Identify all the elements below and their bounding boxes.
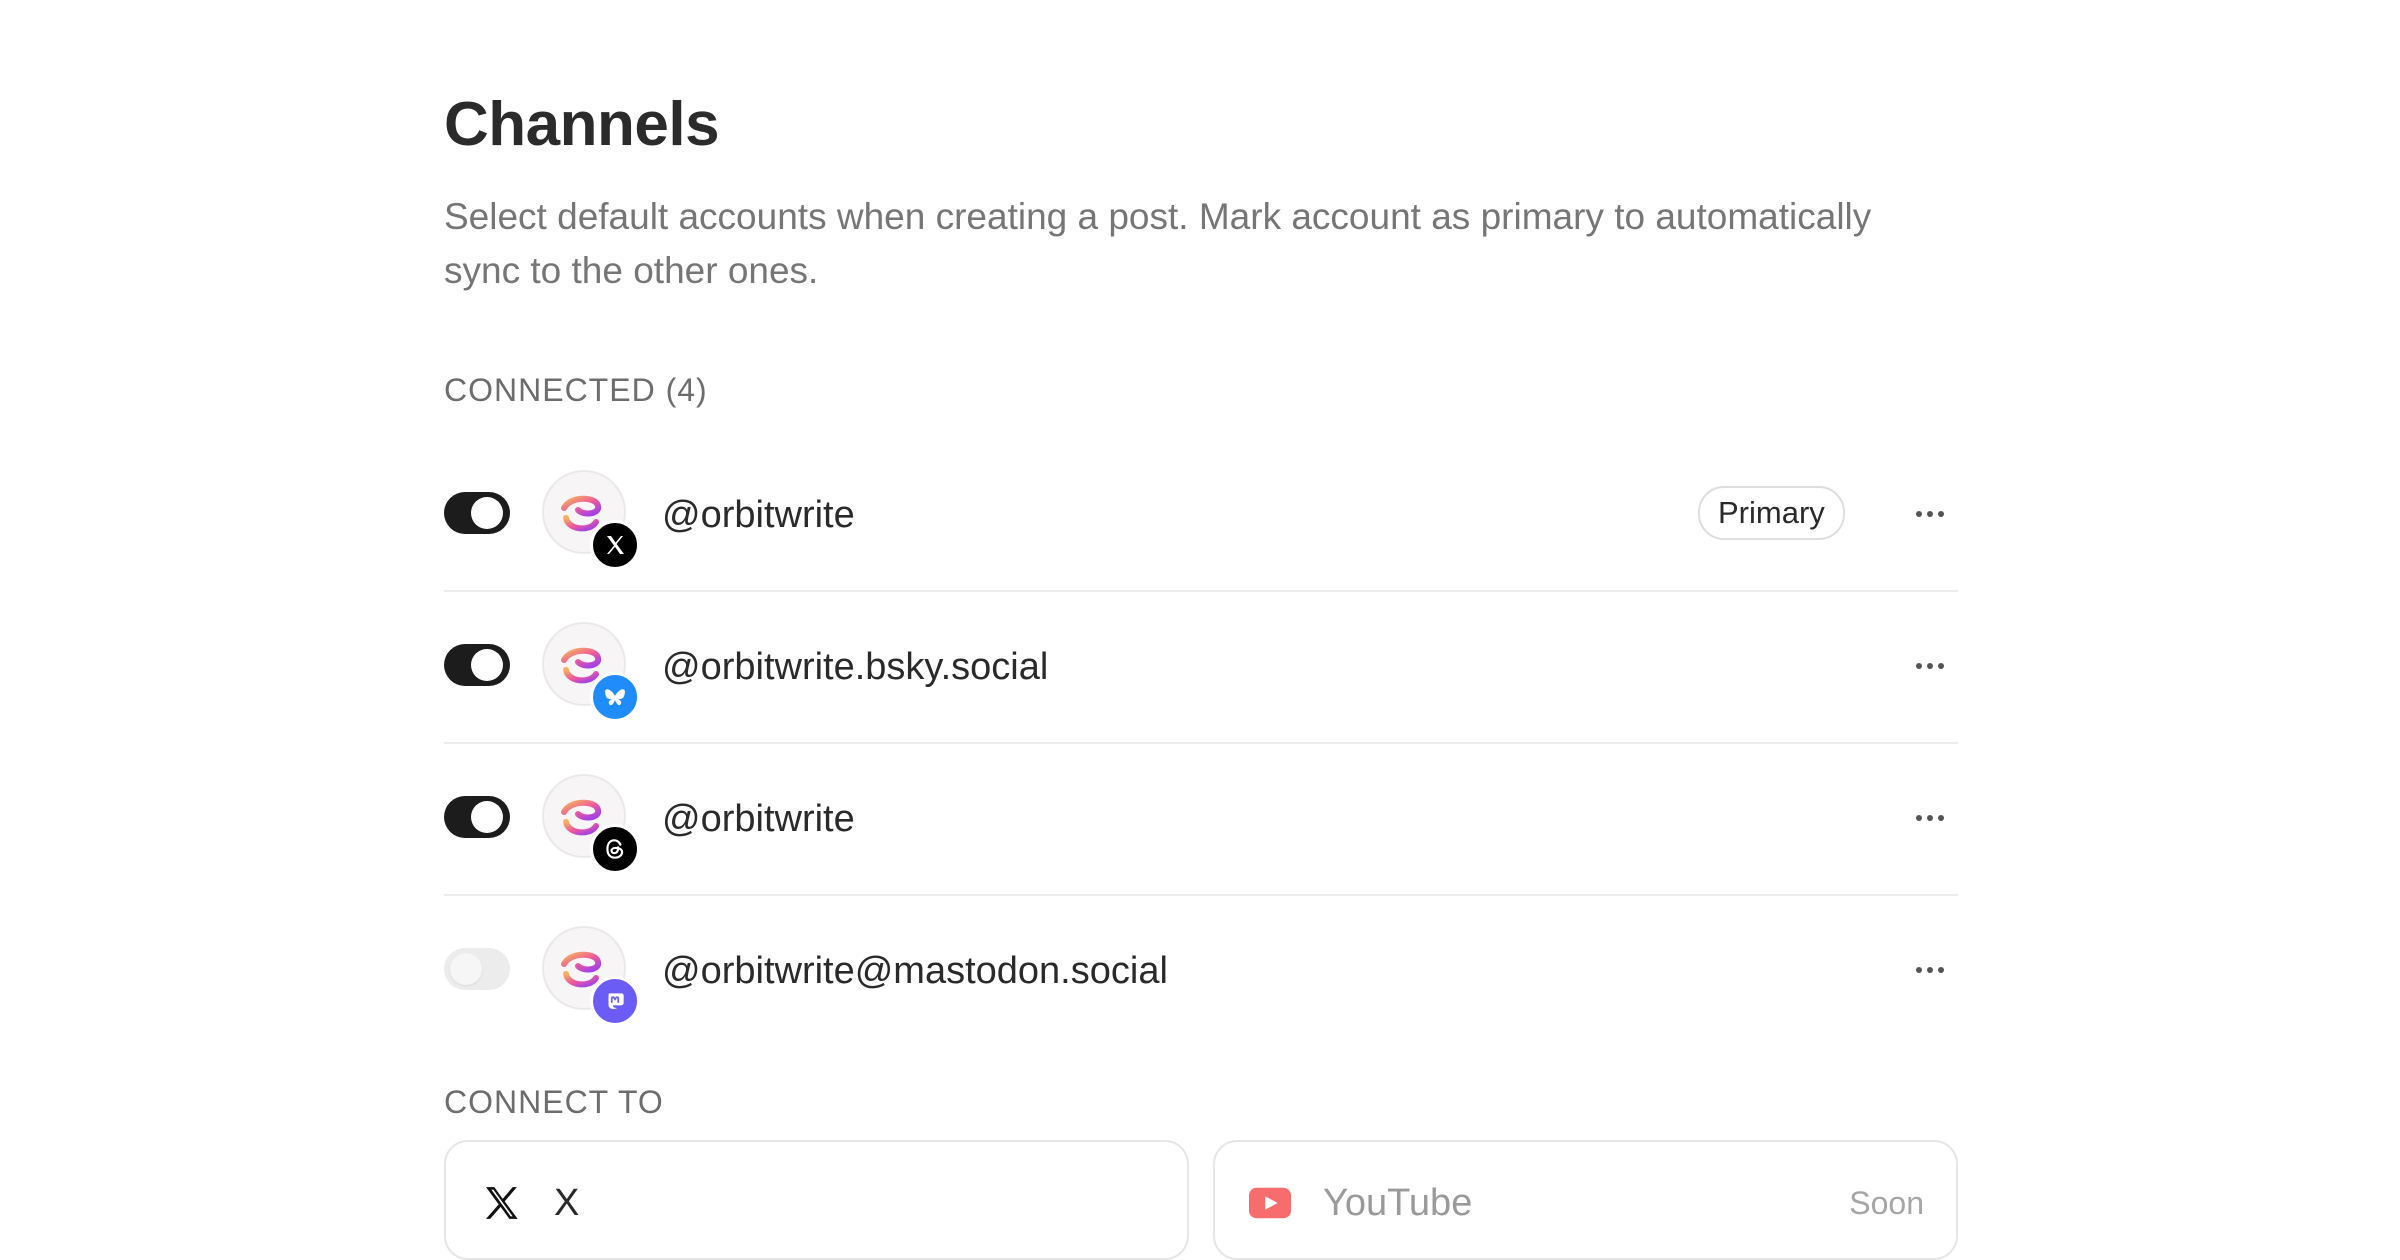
account-avatar-group bbox=[542, 774, 640, 874]
default-account-toggle[interactable] bbox=[444, 948, 510, 990]
connected-section-label: CONNECTED (4) bbox=[444, 372, 708, 408]
settings-page: Channels Select default accounts when cr… bbox=[0, 0, 2400, 1260]
bluesky-butterfly-icon bbox=[590, 672, 640, 722]
x-logo-icon bbox=[590, 520, 640, 570]
connect-x-card[interactable]: X bbox=[444, 1140, 1189, 1260]
default-account-toggle[interactable] bbox=[444, 644, 510, 686]
account-handle: @orbitwrite.bsky.social bbox=[662, 646, 1049, 688]
account-handle: @orbitwrite@mastodon.social bbox=[662, 950, 1168, 992]
channels-section: Channels Select default accounts when cr… bbox=[444, 80, 1958, 1260]
page-description: Select default accounts when creating a … bbox=[444, 196, 1872, 291]
toggle-knob bbox=[471, 801, 503, 833]
primary-badge[interactable]: Primary bbox=[1698, 486, 1845, 540]
default-account-toggle[interactable] bbox=[444, 492, 510, 534]
account-row-bluesky: @orbitwrite.bsky.social bbox=[444, 592, 1958, 744]
connect-x-label: X bbox=[554, 1182, 580, 1224]
page-title: Channels bbox=[444, 90, 720, 159]
account-row-x: @orbitwrite Primary bbox=[444, 440, 1958, 592]
account-handle: @orbitwrite bbox=[662, 798, 855, 840]
more-options-button[interactable] bbox=[1908, 948, 1952, 992]
account-handle: @orbitwrite bbox=[662, 494, 855, 536]
toggle-knob bbox=[450, 953, 482, 985]
connected-accounts-list: @orbitwrite Primary @orbitwrite.bsky.soc… bbox=[444, 440, 1958, 1048]
coming-soon-badge: Soon bbox=[1849, 1185, 1924, 1221]
x-logo-icon bbox=[480, 1182, 522, 1224]
connect-youtube-label: YouTube bbox=[1323, 1182, 1473, 1224]
toggle-knob bbox=[471, 497, 503, 529]
account-row-threads: @orbitwrite bbox=[444, 744, 1958, 896]
more-options-button[interactable] bbox=[1908, 796, 1952, 840]
account-avatar-group bbox=[542, 470, 640, 570]
connect-youtube-card: YouTube Soon bbox=[1213, 1140, 1958, 1260]
account-avatar-group bbox=[542, 926, 640, 1026]
account-avatar-group bbox=[542, 622, 640, 722]
toggle-knob bbox=[471, 649, 503, 681]
default-account-toggle[interactable] bbox=[444, 796, 510, 838]
more-options-button[interactable] bbox=[1908, 492, 1952, 536]
account-row-mastodon: @orbitwrite@mastodon.social bbox=[444, 896, 1958, 1048]
mastodon-logo-icon bbox=[590, 976, 640, 1026]
connect-to-section-label: CONNECT TO bbox=[444, 1084, 664, 1120]
connect-options: X YouTube Soon bbox=[444, 1140, 1958, 1260]
more-options-button[interactable] bbox=[1908, 644, 1952, 688]
youtube-logo-icon bbox=[1249, 1182, 1291, 1224]
threads-logo-icon bbox=[590, 824, 640, 874]
